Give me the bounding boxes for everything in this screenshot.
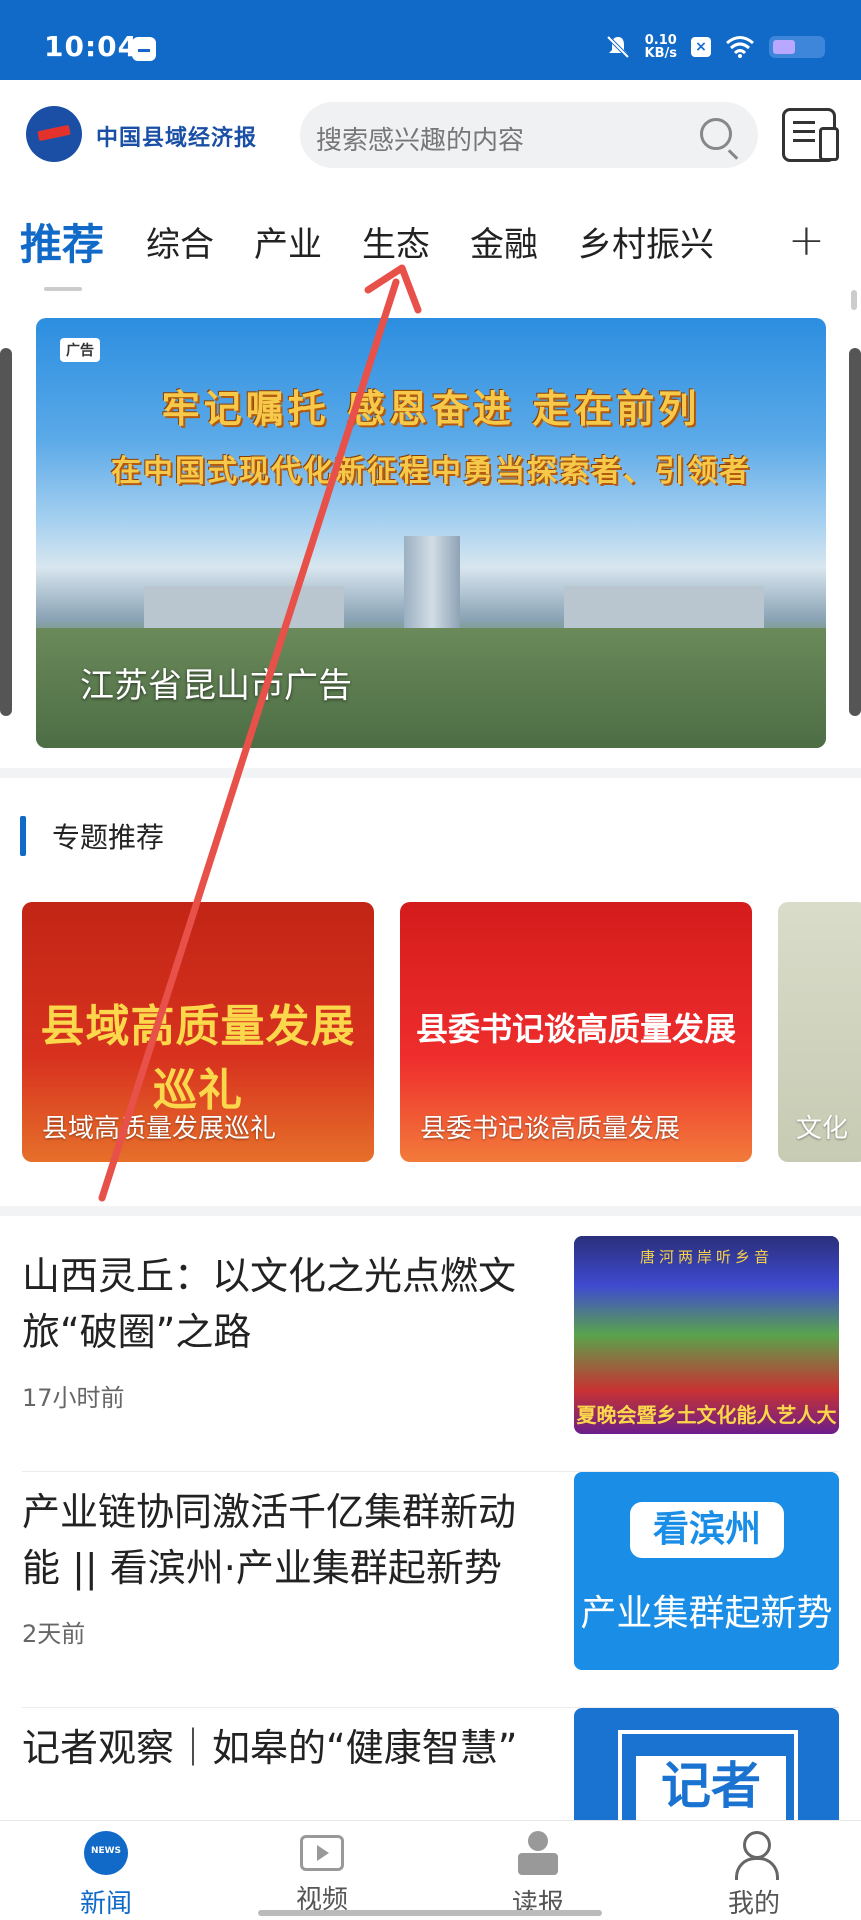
battery-icon: [769, 36, 825, 58]
tab-ecology[interactable]: 生态: [362, 217, 430, 266]
section-divider: [0, 768, 861, 778]
topic-card-art-text: 县委书记谈高质量发展: [415, 1010, 736, 1048]
tab-recommend[interactable]: 推荐: [20, 211, 104, 272]
tab-rural-revitalization[interactable]: 乡村振兴: [578, 217, 714, 266]
topics-section-title: 专题推荐: [52, 821, 165, 854]
thumbnail-caption: 夏晚会暨乡土文化能人艺人大: [576, 1403, 837, 1427]
search-bar[interactable]: 搜索感兴趣的内容: [300, 102, 758, 168]
news-list-item[interactable]: 产业链协同激活千亿集群新动能 || 看滨州·产业集群起新势 2天前 看滨州 产业…: [0, 1472, 861, 1708]
system-icons: 0.10 KB/s ×: [605, 30, 825, 64]
nav-label: 我的: [727, 1889, 780, 1919]
news-thumbnail: 唐河两岸听乡音 夏晚会暨乡土文化能人艺人大: [574, 1236, 839, 1434]
topic-card-label: 县委书记谈高质量发展: [420, 1114, 681, 1144]
banner-next-peek[interactable]: [849, 348, 861, 716]
news-icon: [84, 1831, 128, 1875]
app-logo-icon: [26, 106, 82, 162]
nav-item-video[interactable]: 视频: [262, 1831, 382, 1916]
epaper-icon[interactable]: [782, 108, 839, 162]
topic-card-label: 县域高质量发展巡礼: [42, 1114, 277, 1144]
network-speed-unit: KB/s: [644, 46, 677, 61]
ad-badge: 广告: [60, 338, 100, 362]
tab-general[interactable]: 综合: [146, 217, 214, 266]
thumbnail-subtitle: 产业集群起新势: [580, 1593, 833, 1634]
topic-card[interactable]: 县域高质量发展巡礼 县域高质量发展巡礼: [22, 902, 374, 1162]
news-title: 记者观察｜如皋的“健康智慧”: [22, 1726, 518, 1770]
news-thumbnail: 看滨州 产业集群起新势: [574, 1472, 839, 1670]
wifi-icon: [726, 36, 754, 58]
banner-caption: 江苏省昆山市广告: [80, 666, 352, 706]
banner-prev-peek[interactable]: [0, 348, 12, 716]
tab-indicator: [44, 287, 82, 291]
network-speed: 0.10 KB/s: [645, 34, 677, 60]
banner-carousel[interactable]: 广告 牢记嘱托 感恩奋进 走在前列 在中国式现代化新征程中勇当探索者、引领者 江…: [36, 318, 826, 748]
bottom-navigation: 新闻 视频 读报 我的: [0, 1820, 861, 1920]
topic-card-label: 文化: [796, 1114, 849, 1144]
home-indicator[interactable]: [258, 1910, 602, 1916]
channel-tabs: 推荐 综合 产业 生态 金融 乡村振兴 +: [0, 205, 861, 291]
app-header: 中国县域经济报 搜索感兴趣的内容: [0, 80, 861, 190]
status-bar: 10:04 0.10 KB/s ×: [0, 0, 861, 80]
sim-x-icon: ×: [691, 37, 711, 57]
nav-item-news[interactable]: 新闻: [46, 1831, 166, 1920]
profile-icon: [732, 1831, 779, 1880]
nav-item-read-newspaper[interactable]: 读报: [478, 1831, 598, 1920]
read-newspaper-icon: [516, 1831, 560, 1875]
thumbnail-pill-text: 看滨州: [630, 1502, 784, 1558]
search-placeholder: 搜索感兴趣的内容: [316, 126, 525, 156]
news-time: 2天前: [22, 1620, 86, 1648]
banner-headline-1: 牢记嘱托 感恩奋进 走在前列: [161, 387, 701, 431]
section-divider: [0, 1206, 861, 1216]
section-title-bar: [20, 816, 26, 856]
thumbnail-heading: 唐河两岸听乡音: [639, 1248, 773, 1266]
tab-industry[interactable]: 产业: [254, 217, 322, 266]
banner-headline-2: 在中国式现代化新征程中勇当探索者、引领者: [111, 454, 751, 489]
mute-icon: [606, 35, 629, 59]
topic-card[interactable]: 县委书记谈高质量发展 县委书记谈高质量发展: [400, 902, 752, 1162]
news-title: 产业链协同激活千亿集群新动能 || 看滨州·产业集群起新势: [22, 1490, 517, 1590]
news-list-item[interactable]: 山西灵丘：以文化之光点燃文旅“破圈”之路 17小时前 唐河两岸听乡音 夏晚会暨乡…: [0, 1236, 861, 1472]
banner-building-image: [144, 536, 460, 636]
app-logo-text: 中国县域经济报: [96, 125, 258, 151]
topic-card[interactable]: 文化: [778, 902, 861, 1162]
scroll-indicator: [851, 290, 857, 310]
news-time: 17小时前: [22, 1384, 125, 1412]
tab-finance[interactable]: 金融: [470, 217, 538, 266]
news-title: 山西灵丘：以文化之光点燃文旅“破圈”之路: [22, 1254, 517, 1354]
status-time: 10:04: [44, 30, 139, 63]
video-icon: [300, 1835, 344, 1871]
nav-item-profile[interactable]: 我的: [694, 1831, 814, 1920]
search-icon[interactable]: [700, 118, 732, 150]
message-notification-icon: [132, 37, 156, 61]
topic-card-art-text: 县域高质量发展巡礼: [40, 1001, 356, 1116]
nav-label: 新闻: [79, 1889, 132, 1919]
add-channel-button[interactable]: +: [788, 219, 825, 263]
